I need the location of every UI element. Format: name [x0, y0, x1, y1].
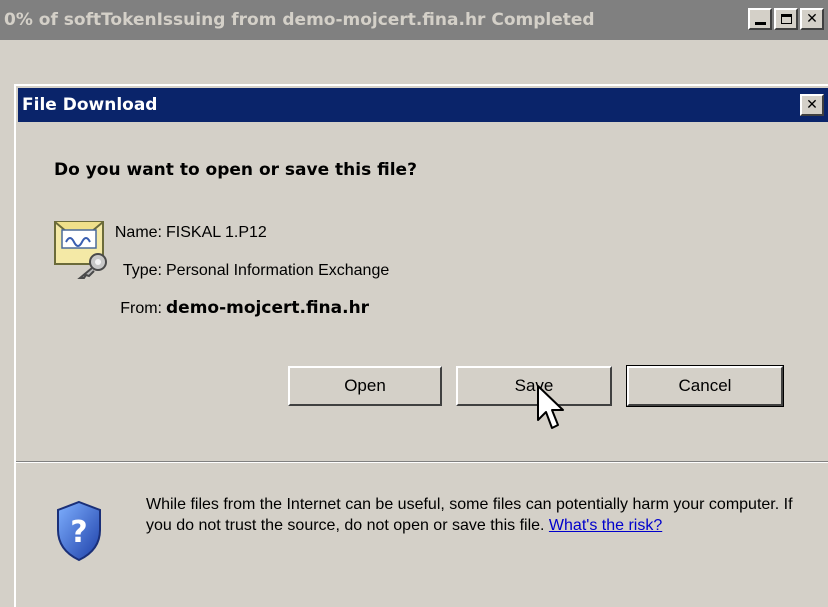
- save-button[interactable]: Save: [456, 366, 612, 406]
- file-source-value: demo-mojcert.fina.hr: [166, 298, 370, 318]
- close-icon: ✕: [806, 97, 818, 113]
- open-button[interactable]: Open: [288, 366, 442, 406]
- dialog-title-bar[interactable]: File Download ✕: [18, 88, 828, 122]
- close-icon[interactable]: ✕: [800, 8, 824, 30]
- progress-window-title: 0% of softTokenIssuing from demo-mojcert…: [4, 10, 595, 30]
- security-shield-question-icon: ?: [57, 500, 101, 562]
- file-name-label: Name:: [114, 224, 162, 241]
- security-warning: While files from the Internet can be use…: [146, 494, 806, 536]
- dialog-title: File Download: [22, 95, 158, 115]
- security-warning-text: While files from the Internet can be use…: [146, 496, 793, 534]
- dialog-close-button[interactable]: ✕: [800, 94, 824, 116]
- file-name-value: FISKAL 1.P12: [166, 224, 267, 241]
- svg-text:?: ?: [70, 515, 87, 550]
- cancel-button[interactable]: Cancel: [626, 365, 784, 407]
- maximize-icon[interactable]: [774, 8, 798, 30]
- dialog-separator: [16, 461, 828, 463]
- minimize-icon[interactable]: [748, 8, 772, 30]
- file-source-label: From:: [120, 300, 162, 317]
- file-type-value: Personal Information Exchange: [166, 262, 390, 279]
- progress-window-controls: ✕: [748, 8, 824, 30]
- file-type-label: Type:: [122, 262, 162, 279]
- whats-the-risk-link[interactable]: What's the risk?: [549, 517, 662, 534]
- mouse-pointer-icon: [537, 385, 564, 429]
- progress-window-title-bar[interactable]: 0% of softTokenIssuing from demo-mojcert…: [0, 0, 828, 40]
- open-button-label: Open: [344, 376, 386, 395]
- cancel-button-label: Cancel: [678, 376, 732, 395]
- dialog-question: Do you want to open or save this file?: [54, 160, 417, 180]
- file-download-dialog: File Download ✕ Do you want to open or s…: [14, 84, 828, 607]
